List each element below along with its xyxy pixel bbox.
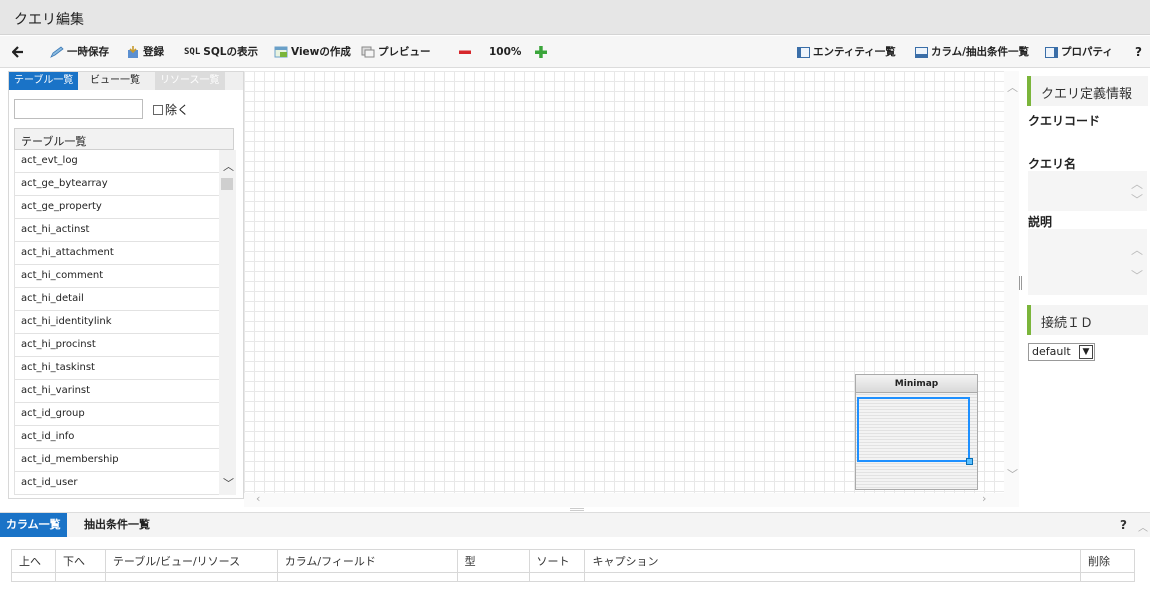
property-button[interactable]: プロパティ: [1045, 36, 1113, 68]
column-list-button[interactable]: カラム/抽出条件一覧: [915, 36, 1029, 68]
list-item[interactable]: act_hi_actinst: [14, 219, 219, 242]
sql-icon: SQL: [184, 47, 201, 57]
chevron-up-icon[interactable]: ︿: [1007, 79, 1018, 95]
arrow-left-icon: [12, 46, 23, 58]
chevron-up-icon[interactable]: ︿: [1131, 241, 1143, 258]
help-button[interactable]: ?: [1135, 36, 1142, 68]
list-item[interactable]: act_hi_detail: [14, 288, 219, 311]
bottom-tabs: カラム一覧 抽出条件一覧 ? ︿: [0, 513, 1150, 537]
table-list-header: テーブル一覧: [14, 128, 234, 150]
pencil-icon: [50, 46, 64, 58]
minimap-viewport[interactable]: [857, 397, 970, 462]
connection-id-section: 接続ＩＤ: [1027, 305, 1148, 335]
list-item[interactable]: act_id_group: [14, 403, 219, 426]
bottom-panel-splitter[interactable]: [570, 508, 584, 511]
description-label: 説明: [1028, 215, 1053, 229]
minimap-title: Minimap: [856, 375, 977, 393]
table-list: act_evt_log act_ge_bytearray act_ge_prop…: [14, 150, 219, 495]
tab-condition-list[interactable]: 抽出条件一覧: [78, 513, 156, 537]
table-filter-input[interactable]: [14, 99, 143, 119]
tab-column-list[interactable]: カラム一覧: [0, 513, 67, 537]
panel-icon: [797, 46, 810, 58]
chevron-down-icon[interactable]: ﹀: [1007, 466, 1018, 482]
right-panel-splitter[interactable]: [1019, 276, 1022, 290]
list-item[interactable]: act_ge_bytearray: [14, 173, 219, 196]
list-item[interactable]: act_id_info: [14, 426, 219, 449]
list-item[interactable]: act_hi_identitylink: [14, 311, 219, 334]
list-item[interactable]: act_ge_property: [14, 196, 219, 219]
description-field[interactable]: ︿ ﹀: [1028, 229, 1147, 295]
left-panel: テーブル一覧 ビュー一覧 リソース一覧 除く テーブル一覧 act_evt_lo…: [8, 71, 244, 499]
plus-icon: [535, 46, 547, 58]
property-panel: クエリ定義情報 クエリコード クエリ名 ︿ ﹀ 説明 ︿ ﹀ 接続ＩＤ defa…: [1023, 71, 1150, 507]
register-icon: [128, 45, 138, 58]
col-header-sort: ソート: [528, 549, 586, 573]
table-list-scrollbar[interactable]: ︿ ﹀: [219, 150, 236, 495]
column-table: 上へ 下へ テーブル/ビュー/リソース カラム/フィールド 型 ソート キャプシ…: [11, 549, 1136, 582]
col-header-down[interactable]: 下へ: [54, 549, 106, 573]
list-item[interactable]: act_hi_procinst: [14, 334, 219, 357]
minus-icon: [459, 50, 471, 54]
canvas-horizontal-scrollbar[interactable]: ‹ ›: [244, 492, 1004, 507]
title-bar: クエリ編集: [0, 0, 1150, 35]
checkbox-icon: [153, 105, 163, 115]
bottom-panel: カラム一覧 抽出条件一覧 ? ︿ 上へ 下へ テーブル/ビュー/リソース カラム…: [0, 512, 1150, 599]
chevron-down-icon[interactable]: ﹀: [1131, 267, 1143, 284]
chevron-up-icon[interactable]: ︿: [223, 158, 234, 174]
col-header-column: カラム/フィールド: [276, 549, 458, 573]
chevron-up-icon[interactable]: ︿: [1138, 519, 1148, 534]
chevron-down-icon[interactable]: ﹀: [223, 475, 234, 491]
connection-id-select[interactable]: default ▼: [1028, 343, 1095, 361]
query-code-label: クエリコード: [1028, 114, 1101, 128]
scroll-thumb[interactable]: [221, 178, 233, 190]
col-header-type: 型: [456, 549, 530, 573]
bottom-help-button[interactable]: ?: [1120, 518, 1127, 532]
col-header-up[interactable]: 上へ: [11, 549, 56, 573]
chevron-up-icon[interactable]: ︿: [1131, 175, 1143, 192]
list-item[interactable]: act_id_membership: [14, 449, 219, 472]
list-item[interactable]: act_id_user: [14, 472, 219, 495]
chevron-down-icon[interactable]: ﹀: [1131, 191, 1143, 208]
col-header-delete: 削除: [1079, 549, 1136, 573]
toolbar: 一時保存 登録 SQL SQLの表示 Viewの作成 プレビュー 100% エンテ…: [0, 36, 1150, 68]
minimap-resize-handle[interactable]: [966, 458, 973, 465]
query-definition-section: クエリ定義情報: [1027, 76, 1148, 106]
register-button[interactable]: 登録: [126, 36, 164, 68]
zoom-in-button[interactable]: [535, 36, 550, 68]
list-item[interactable]: act_hi_varinst: [14, 380, 219, 403]
query-name-field[interactable]: ︿ ﹀: [1028, 171, 1147, 211]
chevron-right-icon[interactable]: ›: [982, 492, 986, 505]
query-name-label: クエリ名: [1028, 157, 1077, 171]
left-tabs: テーブル一覧 ビュー一覧 リソース一覧: [9, 72, 243, 90]
zoom-out-button[interactable]: [459, 36, 474, 68]
preview-button[interactable]: プレビュー: [361, 36, 431, 68]
zoom-level: 100%: [489, 46, 522, 58]
exclude-checkbox[interactable]: 除く: [153, 101, 189, 118]
window-title: クエリ編集: [14, 12, 84, 28]
col-header-caption: キャプション: [584, 549, 1081, 573]
list-item[interactable]: act_hi_taskinst: [14, 357, 219, 380]
chevron-left-icon[interactable]: ‹: [256, 492, 260, 505]
col-header-table: テーブル/ビュー/リソース: [104, 549, 278, 573]
panel-icon: [1045, 46, 1058, 58]
table-header-row: 上へ 下へ テーブル/ビュー/リソース カラム/フィールド 型 ソート キャプシ…: [11, 549, 1136, 573]
list-item[interactable]: act_hi_comment: [14, 265, 219, 288]
sql-show-button[interactable]: SQL SQLの表示: [184, 36, 258, 68]
tab-view-list[interactable]: ビュー一覧: [85, 72, 145, 90]
table-row: [11, 572, 1136, 582]
canvas-vertical-scrollbar[interactable]: ︿ ﹀: [1004, 71, 1019, 507]
view-create-button[interactable]: Viewの作成: [274, 36, 351, 68]
list-item[interactable]: act_hi_attachment: [14, 242, 219, 265]
tab-resource-list[interactable]: リソース一覧: [155, 72, 225, 90]
list-item[interactable]: act_evt_log: [14, 150, 219, 173]
tab-table-list[interactable]: テーブル一覧: [9, 72, 79, 90]
chevron-down-icon: ▼: [1079, 345, 1093, 359]
back-button[interactable]: [12, 36, 27, 68]
minimap: Minimap: [855, 374, 978, 490]
preview-icon: [361, 46, 375, 58]
entity-list-button[interactable]: エンティティ一覧: [797, 36, 896, 68]
temp-save-button[interactable]: 一時保存: [50, 36, 109, 68]
view-icon: [274, 46, 288, 58]
panel-icon: [915, 46, 928, 58]
